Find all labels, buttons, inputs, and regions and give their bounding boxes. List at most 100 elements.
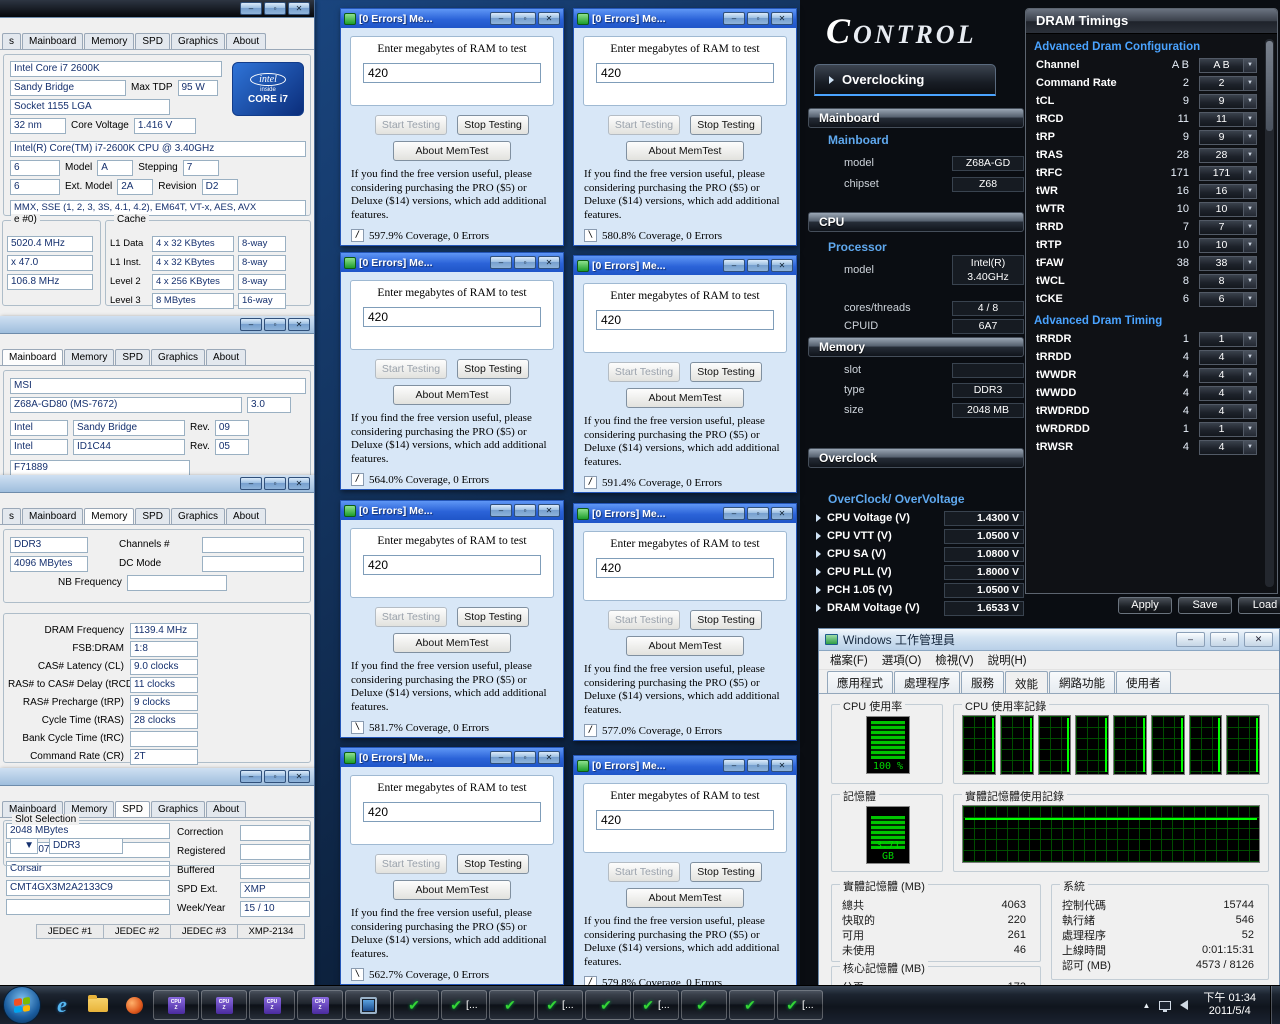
dram-timing-dropdown[interactable]: 10 ▼ bbox=[1199, 202, 1257, 217]
cpuz-mainboard-titlebar[interactable]: – ▫ ✕ bbox=[0, 316, 314, 334]
minimize-icon[interactable]: – bbox=[240, 318, 262, 331]
stop-testing-button[interactable]: Stop Testing bbox=[690, 610, 762, 630]
minimize-icon[interactable]: – bbox=[1176, 632, 1205, 647]
taskbar-memtest-button[interactable]: ✔ bbox=[585, 990, 631, 1020]
task-manager-tab[interactable]: 處理程序 bbox=[894, 671, 960, 693]
start-testing-button[interactable]: Start Testing bbox=[375, 607, 447, 627]
ram-size-input[interactable] bbox=[363, 555, 541, 575]
memtest-titlebar[interactable]: [0 Errors] Me... – ▫ ✕ bbox=[574, 756, 796, 775]
start-testing-button[interactable]: Start Testing bbox=[375, 854, 447, 874]
taskbar-app-button[interactable] bbox=[153, 990, 199, 1020]
load-button[interactable]: Load bbox=[1238, 597, 1280, 614]
cpuz-tab[interactable]: SPD bbox=[135, 508, 170, 524]
cpuz-tab[interactable]: About bbox=[226, 508, 266, 524]
dram-timing-dropdown[interactable]: A B ▼ bbox=[1199, 58, 1257, 73]
minimize-icon[interactable]: – bbox=[723, 507, 745, 520]
stop-testing-button[interactable]: Stop Testing bbox=[690, 862, 762, 882]
stop-testing-button[interactable]: Stop Testing bbox=[690, 362, 762, 382]
ram-size-input[interactable] bbox=[596, 810, 774, 830]
about-memtest-button[interactable]: About MemTest bbox=[393, 385, 511, 405]
memtest-titlebar[interactable]: [0 Errors] Me... – ▫ ✕ bbox=[574, 504, 796, 523]
ram-size-input[interactable] bbox=[363, 63, 541, 83]
menu-item[interactable]: 說明(H) bbox=[981, 652, 1034, 668]
stop-testing-button[interactable]: Stop Testing bbox=[457, 854, 529, 874]
start-testing-button[interactable]: Start Testing bbox=[608, 362, 680, 382]
cpuz-spd-titlebar[interactable]: – ▫ ✕ bbox=[0, 768, 314, 786]
start-testing-button[interactable]: Start Testing bbox=[375, 115, 447, 135]
cpuz-tab[interactable]: Mainboard bbox=[22, 33, 83, 49]
voltage-value[interactable]: 1.0800 V bbox=[944, 547, 1024, 562]
task-manager-tab[interactable]: 服務 bbox=[961, 671, 1004, 693]
maximize-icon[interactable]: ▫ bbox=[747, 759, 769, 772]
close-icon[interactable]: ✕ bbox=[538, 12, 560, 25]
taskbar-memtest-button[interactable]: ✔ [... bbox=[537, 990, 583, 1020]
cpuz-tab[interactable]: Mainboard bbox=[22, 508, 83, 524]
volume-icon[interactable] bbox=[1180, 1000, 1188, 1010]
start-testing-button[interactable]: Start Testing bbox=[608, 862, 680, 882]
maximize-icon[interactable]: ▫ bbox=[1210, 632, 1239, 647]
taskbar-app-button[interactable] bbox=[249, 990, 295, 1020]
chevron-down-icon[interactable]: ▼ bbox=[1243, 441, 1256, 454]
stop-testing-button[interactable]: Stop Testing bbox=[690, 115, 762, 135]
close-icon[interactable]: ✕ bbox=[288, 477, 310, 490]
ram-size-input[interactable] bbox=[596, 310, 774, 330]
cpuz-memory-titlebar[interactable]: – ▫ ✕ bbox=[0, 475, 314, 493]
dram-timing-dropdown[interactable]: 4 ▼ bbox=[1199, 350, 1257, 365]
dram-timing-dropdown[interactable]: 4 ▼ bbox=[1199, 404, 1257, 419]
memtest-titlebar[interactable]: [0 Errors] Me... – ▫ ✕ bbox=[574, 9, 796, 28]
chevron-down-icon[interactable]: ▼ bbox=[1243, 405, 1256, 418]
ram-size-input[interactable] bbox=[363, 802, 541, 822]
taskbar-memtest-button[interactable]: ✔ [... bbox=[633, 990, 679, 1020]
start-testing-button[interactable]: Start Testing bbox=[608, 610, 680, 630]
network-icon[interactable] bbox=[1159, 1001, 1171, 1010]
cpuz-tab[interactable]: Mainboard bbox=[2, 349, 63, 365]
dram-timing-dropdown[interactable]: 16 ▼ bbox=[1199, 184, 1257, 199]
taskbar-clock[interactable]: 下午 01:34 2011/5/4 bbox=[1197, 992, 1262, 1018]
memtest-titlebar[interactable]: [0 Errors] Me... – ▫ ✕ bbox=[341, 253, 563, 272]
chevron-down-icon[interactable]: ▼ bbox=[1243, 293, 1256, 306]
maximize-icon[interactable]: ▫ bbox=[747, 507, 769, 520]
dram-timing-dropdown[interactable]: 28 ▼ bbox=[1199, 148, 1257, 163]
dram-timing-dropdown[interactable]: 6 ▼ bbox=[1199, 292, 1257, 307]
taskbar-memtest-button[interactable]: ✔ bbox=[681, 990, 727, 1020]
cpuz-tab[interactable]: About bbox=[226, 33, 266, 49]
close-icon[interactable]: ✕ bbox=[771, 759, 793, 772]
save-button[interactable]: Save bbox=[1178, 597, 1232, 614]
about-memtest-button[interactable]: About MemTest bbox=[393, 633, 511, 653]
chevron-down-icon[interactable]: ▼ bbox=[1243, 275, 1256, 288]
chevron-down-icon[interactable]: ▼ bbox=[1243, 369, 1256, 382]
close-icon[interactable]: ✕ bbox=[538, 256, 560, 269]
task-manager-tab[interactable]: 使用者 bbox=[1116, 671, 1171, 693]
maximize-icon[interactable]: ▫ bbox=[747, 12, 769, 25]
maximize-icon[interactable]: ▫ bbox=[514, 256, 536, 269]
voltage-value[interactable]: 1.0500 V bbox=[944, 529, 1024, 544]
chevron-down-icon[interactable]: ▼ bbox=[1243, 131, 1256, 144]
chevron-down-icon[interactable]: ▼ bbox=[1243, 167, 1256, 180]
taskbar-app-button[interactable] bbox=[201, 990, 247, 1020]
apply-button[interactable]: Apply bbox=[1118, 597, 1172, 614]
menu-item[interactable]: 檢視(V) bbox=[928, 652, 980, 668]
cpuz-tab[interactable]: Memory bbox=[64, 349, 114, 365]
chevron-down-icon[interactable]: ▼ bbox=[1243, 333, 1256, 346]
memtest-titlebar[interactable]: [0 Errors] Me... – ▫ ✕ bbox=[341, 501, 563, 520]
about-memtest-button[interactable]: About MemTest bbox=[626, 141, 744, 161]
about-memtest-button[interactable]: About MemTest bbox=[626, 636, 744, 656]
dram-timings-title[interactable]: DRAM Timings bbox=[1026, 9, 1277, 34]
chevron-down-icon[interactable]: ▼ bbox=[1243, 149, 1256, 162]
start-testing-button[interactable]: Start Testing bbox=[608, 115, 680, 135]
ram-size-input[interactable] bbox=[596, 63, 774, 83]
minimize-icon[interactable]: – bbox=[723, 12, 745, 25]
close-icon[interactable]: ✕ bbox=[771, 507, 793, 520]
taskbar-app-button[interactable] bbox=[345, 990, 391, 1020]
chevron-down-icon[interactable]: ▼ bbox=[1243, 77, 1256, 90]
close-icon[interactable]: ✕ bbox=[538, 751, 560, 764]
dram-timing-dropdown[interactable]: 1 ▼ bbox=[1199, 422, 1257, 437]
menu-item[interactable]: 選項(O) bbox=[875, 652, 929, 668]
ram-size-input[interactable] bbox=[363, 307, 541, 327]
taskbar-memtest-button[interactable]: ✔ bbox=[489, 990, 535, 1020]
task-manager-tab[interactable]: 效能 bbox=[1005, 671, 1048, 694]
cpuz-tab[interactable]: SPD bbox=[115, 349, 150, 365]
stop-testing-button[interactable]: Stop Testing bbox=[457, 359, 529, 379]
dram-timing-dropdown[interactable]: 9 ▼ bbox=[1199, 94, 1257, 109]
tray-expand-icon[interactable]: ▲ bbox=[1142, 1001, 1150, 1010]
